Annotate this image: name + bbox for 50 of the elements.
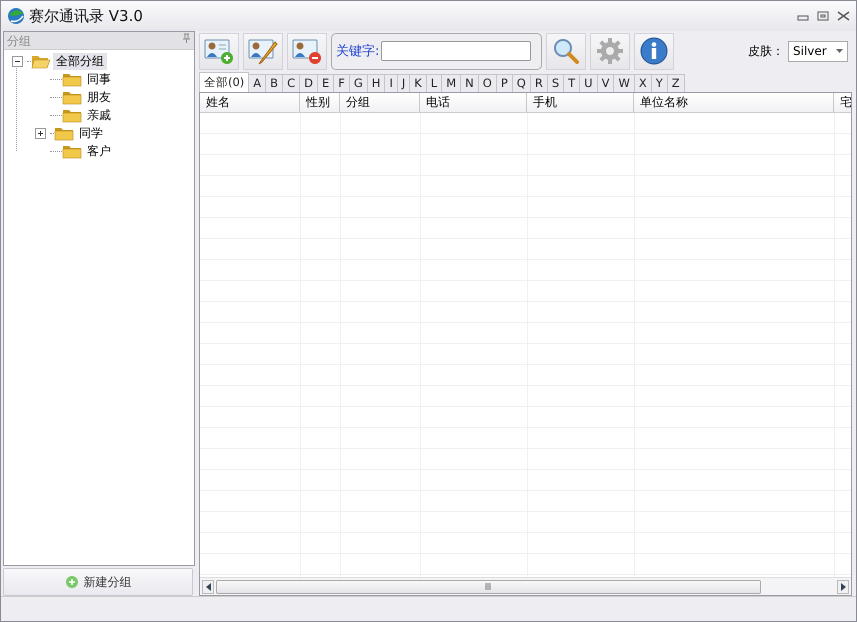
right-arrow-icon[interactable] xyxy=(840,582,846,590)
column-header[interactable]: 分组 xyxy=(340,93,420,112)
gear-icon xyxy=(596,37,624,65)
keyword-label: 关键字: xyxy=(336,43,380,60)
tree-item[interactable]: 全部分组 xyxy=(53,52,107,70)
column-header[interactable]: 手机 xyxy=(527,93,634,112)
contact-edit-icon xyxy=(248,37,278,65)
plus-circle-icon xyxy=(64,575,78,589)
panel-title: 分组 xyxy=(7,33,31,48)
collapse-toggle-icon[interactable] xyxy=(12,56,23,66)
letter-tab[interactable]: Z xyxy=(666,74,685,92)
open-folder-icon xyxy=(31,53,51,69)
close-icon[interactable] xyxy=(837,11,850,21)
maximize-icon[interactable] xyxy=(817,11,829,21)
search-icon xyxy=(552,37,580,65)
tree-item[interactable]: 同学 xyxy=(76,124,106,142)
new-group-button[interactable]: 新建分组 xyxy=(3,568,193,596)
folder-icon xyxy=(62,107,82,123)
letter-tab[interactable]: 全部(0) xyxy=(199,72,250,92)
grip-icon[interactable] xyxy=(485,583,492,590)
add-button[interactable] xyxy=(199,32,239,70)
folder-icon xyxy=(62,89,82,105)
folder-icon xyxy=(62,143,82,159)
folder-icon xyxy=(54,125,74,141)
left-arrow-icon[interactable] xyxy=(206,582,210,590)
info-icon xyxy=(639,36,669,66)
tree-item[interactable]: 朋友 xyxy=(84,88,114,106)
keyword-input[interactable] xyxy=(381,41,532,61)
tree-item[interactable]: 同事 xyxy=(84,70,114,88)
expand-toggle-icon[interactable] xyxy=(35,128,46,138)
folder-icon xyxy=(62,71,82,87)
app-logo-icon xyxy=(7,7,25,25)
tree-item[interactable]: 客户 xyxy=(84,142,114,160)
skin-label: 皮肤： xyxy=(748,42,784,60)
search-button[interactable] xyxy=(546,32,586,70)
contact-add-icon xyxy=(204,37,234,65)
edit-button[interactable] xyxy=(243,32,283,70)
column-header[interactable]: 电话 xyxy=(420,93,527,112)
tree-item[interactable]: 亲戚 xyxy=(84,106,114,124)
column-header[interactable]: 单位名称 xyxy=(634,93,834,112)
column-header[interactable]: 性别 xyxy=(300,93,340,112)
column-header[interactable]: 姓名 xyxy=(200,93,300,112)
horizontal-scrollbar[interactable] xyxy=(200,577,851,595)
pin-icon[interactable] xyxy=(182,33,191,43)
window-title: 赛尔通讯录 V3.0 xyxy=(29,6,144,26)
caret-icon xyxy=(836,49,843,53)
delete-button[interactable] xyxy=(287,32,327,70)
info-button[interactable] xyxy=(634,32,674,70)
contact-delete-icon xyxy=(292,37,322,65)
skin-dropdown[interactable]: Silver xyxy=(788,40,848,62)
